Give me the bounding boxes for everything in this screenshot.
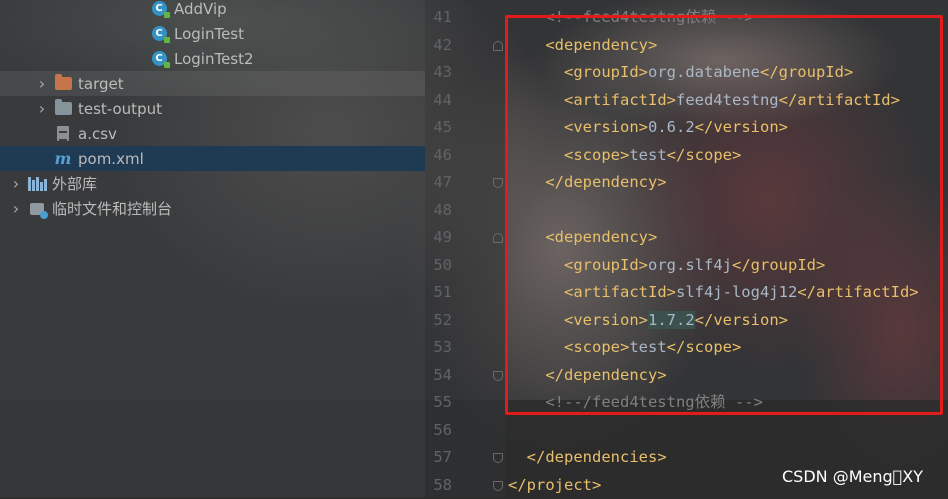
tree-item[interactable]: › 临时文件和控制台 bbox=[0, 196, 425, 221]
java-class-icon: C bbox=[150, 0, 170, 18]
tree-item-label: a.csv bbox=[78, 124, 117, 143]
line-number: 54 bbox=[433, 365, 452, 384]
fold-marker-icon[interactable] bbox=[493, 453, 503, 463]
watermark-text: CSDN @Meng XY bbox=[782, 467, 923, 486]
tree-item-label: LoginTest bbox=[174, 24, 245, 43]
expand-arrow-icon[interactable]: › bbox=[36, 74, 48, 93]
line-number: 45 bbox=[433, 118, 452, 136]
java-class-icon: C bbox=[150, 50, 170, 68]
tree-item[interactable]: m pom.xml bbox=[0, 146, 425, 171]
tree-item-label: 外部库 bbox=[52, 175, 98, 193]
line-number: 55 bbox=[433, 393, 452, 411]
tree-item[interactable]: C AddVip bbox=[0, 0, 425, 21]
line-number: 41 bbox=[433, 8, 452, 26]
left-edge-strip bbox=[0, 370, 4, 498]
tree-item-label: 临时文件和控制台 bbox=[52, 200, 173, 218]
maven-icon: m bbox=[54, 149, 72, 168]
tree-item-label: LoginTest2 bbox=[174, 49, 254, 68]
code-line[interactable]: </project> bbox=[508, 472, 601, 499]
tree-item[interactable]: C LoginTest2 bbox=[0, 46, 425, 71]
folder-icon bbox=[54, 99, 72, 118]
line-number: 42 bbox=[433, 35, 452, 54]
code-line[interactable]: </dependencies> bbox=[508, 444, 667, 471]
expand-arrow-icon[interactable]: › bbox=[10, 199, 22, 218]
fold-marker-icon[interactable] bbox=[493, 233, 503, 243]
fold-marker-icon[interactable] bbox=[493, 370, 503, 381]
tree-item[interactable]: › test-output bbox=[0, 96, 425, 121]
line-number: 43 bbox=[433, 63, 452, 81]
line-number: 56 bbox=[433, 420, 452, 439]
line-number: 53 bbox=[433, 338, 452, 356]
tree-item[interactable]: a.csv bbox=[0, 121, 425, 146]
expand-arrow-icon[interactable]: › bbox=[10, 174, 22, 193]
line-number: 44 bbox=[433, 90, 452, 109]
expand-arrow-icon[interactable]: › bbox=[36, 99, 48, 118]
line-number: 46 bbox=[433, 145, 452, 164]
tree-item-label: AddVip bbox=[174, 0, 227, 18]
folder-excluded-icon bbox=[54, 74, 72, 93]
line-number: 48 bbox=[433, 200, 452, 219]
line-number: 57 bbox=[433, 448, 452, 466]
annotation-highlight-box bbox=[505, 15, 943, 415]
fold-marker-icon[interactable] bbox=[493, 178, 503, 188]
tree-item[interactable]: C LoginTest bbox=[0, 21, 425, 46]
fold-marker-icon[interactable] bbox=[493, 40, 503, 51]
line-number: 52 bbox=[433, 310, 452, 329]
line-number: 58 bbox=[433, 475, 452, 494]
line-number: 47 bbox=[433, 173, 452, 191]
scratches-icon bbox=[28, 200, 48, 219]
java-class-icon: C bbox=[150, 25, 170, 43]
tree-item-label: target bbox=[78, 74, 124, 93]
project-tree-panel: C AddVip C LoginTest C LoginTest2 › target › test… bbox=[0, 0, 425, 498]
fold-marker-icon[interactable] bbox=[493, 480, 503, 491]
tree-item-label: test-output bbox=[78, 99, 162, 118]
library-icon bbox=[27, 175, 47, 193]
line-number: 49 bbox=[433, 228, 452, 246]
line-number: 50 bbox=[433, 255, 452, 274]
tree-item[interactable]: › 外部库 bbox=[0, 171, 425, 196]
tree-item-label: pom.xml bbox=[78, 149, 144, 168]
csv-file-icon bbox=[54, 125, 72, 143]
line-number: 51 bbox=[433, 283, 452, 301]
tree-item[interactable]: › target bbox=[0, 71, 425, 96]
